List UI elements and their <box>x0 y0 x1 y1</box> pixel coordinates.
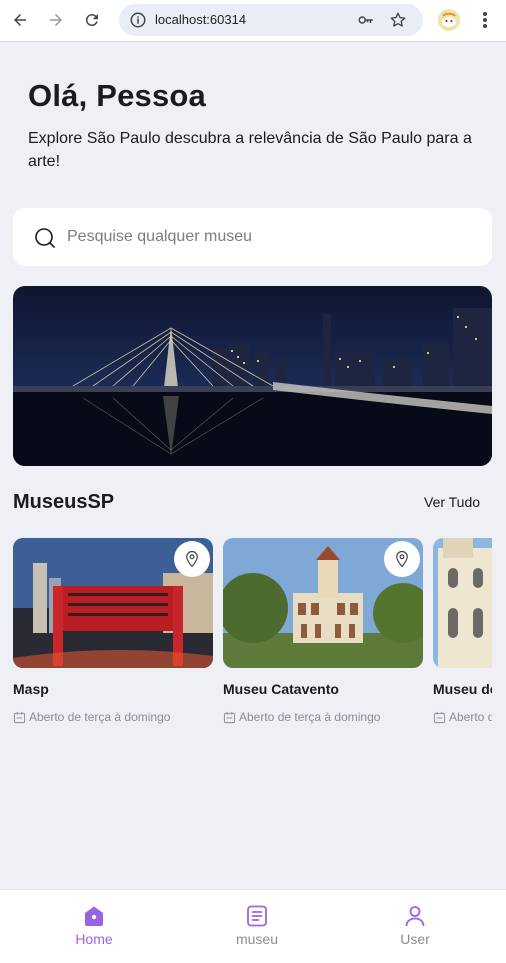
profile-avatar[interactable] <box>438 9 460 31</box>
arrow-right-icon <box>50 14 62 26</box>
museum-card[interactable]: Museu Catavento Aberto de terça à doming… <box>223 538 423 724</box>
calendar-icon <box>433 711 446 723</box>
nav-item-museu[interactable]: museu <box>217 904 297 947</box>
address-bar[interactable]: localhost:60314 <box>119 4 423 36</box>
forward-button[interactable] <box>45 9 67 31</box>
star-icon[interactable] <box>389 11 407 29</box>
back-button[interactable] <box>9 9 31 31</box>
reload-icon <box>85 14 98 27</box>
map-pin-button[interactable] <box>384 541 420 577</box>
museum-name: Museu Catavento <box>223 681 339 697</box>
museum-photo <box>223 538 423 668</box>
page-title: Olá, Pessoa <box>28 78 206 113</box>
search-bar[interactable] <box>13 208 492 266</box>
location-pin-icon <box>186 550 198 568</box>
museum-card[interactable]: Masp Aberto de terça à domingo <box>13 538 213 724</box>
book-icon <box>247 905 267 927</box>
museum-hours: Aberto de terça à domingo <box>223 710 380 724</box>
city-skyline-image <box>13 286 492 466</box>
museum-hours: Aberto de terça à domingo <box>433 710 492 724</box>
url-text: localhost:60314 <box>155 12 247 27</box>
museum-hours-text: Aberto de terça à domingo <box>29 710 171 724</box>
browser-toolbar: localhost:60314 <box>0 0 506 42</box>
museum-name: Museu do Ipiranga <box>433 681 492 697</box>
ipiranga-image <box>433 538 492 668</box>
nav-item-home[interactable]: Home <box>54 904 134 947</box>
search-input[interactable] <box>67 222 467 252</box>
museum-photo <box>13 538 213 668</box>
nav-label: User <box>400 931 430 947</box>
calendar-icon <box>223 711 236 723</box>
location-pin-icon <box>396 550 408 568</box>
hero-banner <box>13 286 492 466</box>
avatar-icon <box>438 9 460 31</box>
bottom-navigation: Home museu User <box>0 889 506 963</box>
browser-menu-button[interactable] <box>476 9 494 31</box>
map-pin-button[interactable] <box>174 541 210 577</box>
section-title: MuseusSP <box>13 491 115 513</box>
home-icon <box>85 906 103 926</box>
calendar-icon <box>13 711 26 723</box>
museum-hours-text: Aberto de terça à domingo <box>239 710 381 724</box>
museum-carousel[interactable]: Masp Aberto de terça à domingo Museu Cat… <box>13 538 492 738</box>
museum-name: Masp <box>13 681 49 697</box>
search-icon <box>35 228 55 248</box>
key-icon[interactable] <box>357 11 375 29</box>
more-vertical-icon <box>483 12 487 28</box>
user-icon <box>405 906 425 927</box>
info-icon[interactable] <box>129 11 147 29</box>
nav-label: Home <box>75 931 113 947</box>
museum-hours: Aberto de terça à domingo <box>13 710 170 724</box>
nav-label: museu <box>235 931 279 947</box>
see-all-link[interactable]: Ver Tudo <box>424 494 480 510</box>
museum-card[interactable]: Museu do Ipiranga Aberto de terça à domi… <box>433 538 492 724</box>
museum-hours-text: Aberto de terça à domingo <box>449 710 492 724</box>
arrow-left-icon <box>14 14 26 26</box>
museum-photo <box>433 538 492 668</box>
page-subtitle: Explore São Paulo descubra a relevância … <box>28 130 472 170</box>
nav-item-user[interactable]: User <box>375 904 455 947</box>
reload-button[interactable] <box>81 9 103 31</box>
